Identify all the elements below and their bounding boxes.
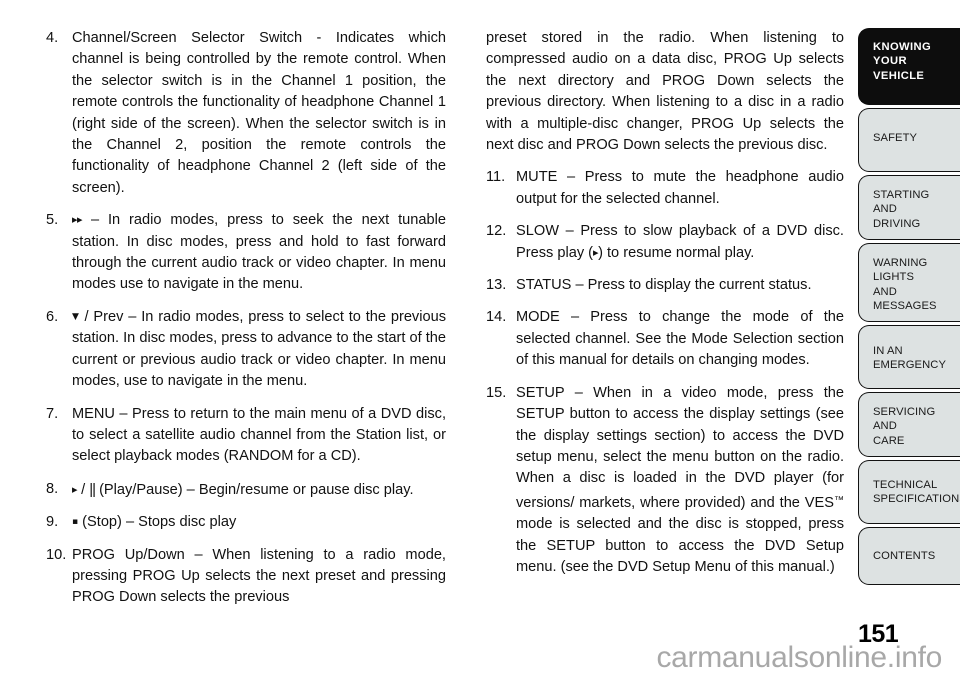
list-item-body-text-after: ) to resume normal play. xyxy=(598,244,755,261)
tab-label-line: AND xyxy=(873,203,897,216)
down-triangle-icon: ▼ xyxy=(72,311,80,322)
list-item-text: ▪ (Stop) – Stops disc play xyxy=(72,512,446,533)
trademark-icon: ™ xyxy=(834,494,844,506)
list-item-number: 5. xyxy=(46,212,59,229)
list-item-number: 13. xyxy=(486,277,507,294)
right-text-column: preset stored in the radio. When listeni… xyxy=(486,28,844,578)
list-item-number: 14. xyxy=(486,309,507,326)
list-item-text: MODE – Press to change the mode of the s… xyxy=(516,309,844,369)
tab-servicing-and-care[interactable]: SERVICING AND CARE xyxy=(858,392,960,457)
tab-label-line: EMERGENCY xyxy=(873,359,947,372)
tab-label-line: IN AN xyxy=(873,345,903,357)
list-item: 10. PROG Up/Down – When listening to a r… xyxy=(46,545,446,609)
tab-label-line: KNOWING xyxy=(873,41,932,53)
list-item-number: 10. xyxy=(46,546,67,563)
section-index-tabs: KNOWING YOUR VEHICLE SAFETY STARTING AND… xyxy=(858,28,960,588)
list-item-text: ▼ / Prev – In radio modes, press to sele… xyxy=(72,307,446,393)
watermark: carmanualsonline.info xyxy=(656,641,942,674)
list-item-body-text: / Prev – In radio modes, press to select… xyxy=(72,308,446,390)
continuation-paragraph: preset stored in the radio. When listeni… xyxy=(486,30,844,154)
tab-label-line: CARE xyxy=(873,434,905,447)
list-item: 5. ▸▸ – In radio modes, press to seek th… xyxy=(46,210,446,296)
list-item: 14. MODE – Press to change the mode of t… xyxy=(486,307,844,371)
list-item: 11. MUTE – Press to mute the headphone a… xyxy=(486,167,844,210)
list-item: 15. SETUP – When in a video mode, press … xyxy=(486,383,844,579)
tab-label-line: WARNING xyxy=(873,257,928,269)
tab-label-line: LIGHTS xyxy=(873,271,915,284)
tab-safety[interactable]: SAFETY xyxy=(858,108,960,172)
list-item-number: 15. xyxy=(486,384,507,401)
list-item: 9. ▪ (Stop) – Stops disc play xyxy=(46,512,446,533)
list-item: 13. STATUS – Press to display the curren… xyxy=(486,275,844,296)
tab-label-line: AND xyxy=(873,420,897,433)
list-item-number: 4. xyxy=(46,30,59,46)
list-item-number: 9. xyxy=(46,514,59,531)
tab-label-line: CONTENTS xyxy=(873,550,936,562)
tab-warning-lights-and-messages[interactable]: WARNING LIGHTS AND MESSAGES xyxy=(858,243,960,322)
list-item-body-text: – In radio modes, press to seek the next… xyxy=(72,212,446,293)
list-item-text: SLOW – Press to slow playback of a DVD d… xyxy=(516,221,844,264)
manual-page: 4. Channel/Screen Selector Switch - Indi… xyxy=(0,0,960,678)
list-item-text: PROG Up/Down – When listening to a radio… xyxy=(72,546,446,606)
list-item-text: STATUS – Press to display the current st… xyxy=(516,277,812,294)
tab-label-line: SAFETY xyxy=(873,132,918,144)
list-item-number: 7. xyxy=(46,405,59,422)
tab-starting-and-driving[interactable]: STARTING AND DRIVING xyxy=(858,175,960,240)
tab-label-line: YOUR xyxy=(873,55,907,68)
tab-label-line: SERVICING xyxy=(873,406,936,418)
list-item-text: ▸ / || (Play/Pause) – Begin/resume or pa… xyxy=(72,480,414,498)
stop-icon: ▪ xyxy=(72,517,79,528)
list-item: 4. Channel/Screen Selector Switch - Indi… xyxy=(46,28,446,199)
tab-label-line: STARTING xyxy=(873,189,930,201)
tab-knowing-your-vehicle[interactable]: KNOWING YOUR VEHICLE xyxy=(858,28,960,105)
list-item-body-text: (Stop) – Stops disc play xyxy=(82,514,237,531)
pause-icon: || xyxy=(89,480,96,498)
tab-label-line: AND xyxy=(873,285,897,298)
tab-label-line: SPECIFICATIONS xyxy=(873,493,960,506)
tab-label-line: TECHNICAL xyxy=(873,479,938,491)
list-item-number: 8. xyxy=(46,480,59,497)
list-item-body-text: (Play/Pause) – Begin/resume or pause dis… xyxy=(99,481,414,498)
list-item-text: MUTE – Press to mute the headphone audio… xyxy=(516,169,844,207)
left-text-column: 4. Channel/Screen Selector Switch - Indi… xyxy=(46,28,446,609)
tab-in-an-emergency[interactable]: IN AN EMERGENCY xyxy=(858,325,960,389)
list-item-number: 11. xyxy=(486,169,506,186)
list-item-number: 6. xyxy=(46,308,59,325)
list-item-text: MENU – Press to return to the main menu … xyxy=(72,405,446,465)
list-item: 12. SLOW – Press to slow playback of a D… xyxy=(486,221,844,264)
tab-contents[interactable]: CONTENTS xyxy=(858,527,960,585)
tab-label-line: DRIVING xyxy=(873,217,921,230)
list-item: 6. ▼ / Prev – In radio modes, press to s… xyxy=(46,307,446,393)
list-item-text: Channel/Screen Selector Switch - Indicat… xyxy=(72,30,446,196)
fast-forward-icon: ▸▸ xyxy=(72,213,83,227)
list-item-body-text-before: SETUP – When in a video mode, press the … xyxy=(516,384,844,511)
list-item-text: ▸▸ – In radio modes, press to seek the n… xyxy=(72,210,446,296)
list-item-body-text-after: mode is selected and the disc is stopped… xyxy=(516,516,844,575)
tab-label-line: VEHICLE xyxy=(873,69,925,82)
tab-label-line: MESSAGES xyxy=(873,300,937,313)
play-icon: ▸ xyxy=(72,482,78,496)
tab-technical-specifications[interactable]: TECHNICAL SPECIFICATIONS xyxy=(858,460,960,524)
list-item: 8. ▸ / || (Play/Pause) – Begin/resume or… xyxy=(46,479,446,501)
list-item: 7. MENU – Press to return to the main me… xyxy=(46,404,446,468)
list-item-number: 12. xyxy=(486,223,507,240)
list-item-text: SETUP – When in a video mode, press the … xyxy=(516,383,844,579)
